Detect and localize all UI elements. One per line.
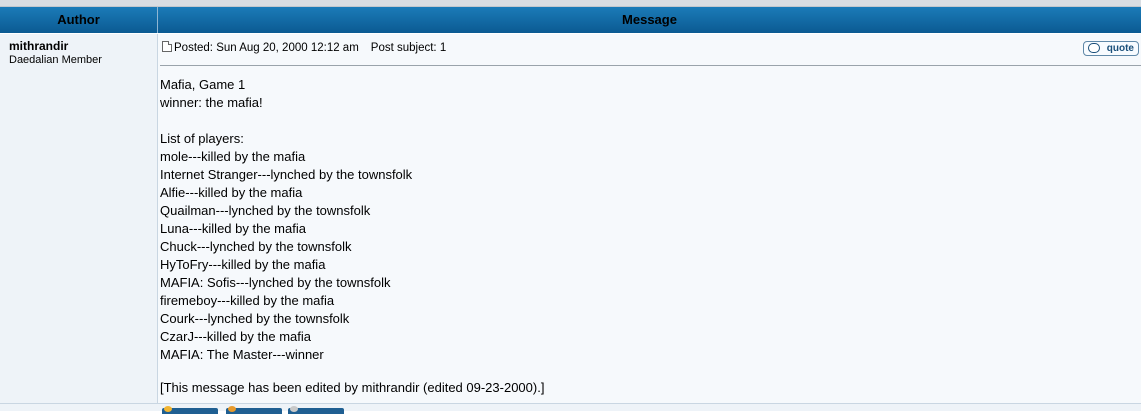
message-column-header: Message bbox=[622, 12, 677, 27]
post-line: Mafia, Game 1 bbox=[160, 77, 246, 92]
pm-icon[interactable] bbox=[226, 406, 282, 414]
quote-label: quote bbox=[1106, 43, 1134, 54]
post-icon bbox=[162, 41, 172, 52]
post-line: List of players: bbox=[160, 131, 244, 146]
post-line: HyToFry---killed by the mafia bbox=[160, 257, 326, 272]
post-body: Mafia, Game 1 winner: the mafia! List of… bbox=[160, 76, 412, 364]
post-line: Internet Stranger---lynched by the towns… bbox=[160, 167, 413, 182]
post-line: MAFIA: The Master---winner bbox=[160, 347, 324, 362]
post-line bbox=[160, 112, 412, 130]
author-rank: Daedalian Member bbox=[9, 54, 102, 66]
post-line: Luna---killed by the mafia bbox=[160, 221, 306, 236]
post-line: Alfie---killed by the mafia bbox=[160, 185, 303, 200]
author-column-header: Author bbox=[57, 12, 100, 27]
post-line: Quailman---lynched by the townsfolk bbox=[160, 203, 371, 218]
post-row: mithrandir Daedalian Member Posted: Sun … bbox=[0, 34, 1141, 403]
post-line: mole---killed by the mafia bbox=[160, 149, 306, 164]
message-cell: Posted: Sun Aug 20, 2000 12:12 am Post su… bbox=[158, 34, 1141, 403]
author-name[interactable]: mithrandir bbox=[9, 39, 68, 53]
post-info: Posted: Sun Aug 20, 2000 12:12 am Post su… bbox=[162, 41, 446, 54]
post-divider bbox=[160, 65, 1141, 66]
post-subject: Post subject: 1 bbox=[370, 42, 447, 54]
quote-icon bbox=[1088, 43, 1100, 53]
post-line: Chuck---lynched by the townsfolk bbox=[160, 239, 352, 254]
table-header: Author Message bbox=[0, 7, 1141, 33]
post-date: Posted: Sun Aug 20, 2000 12:12 am bbox=[174, 42, 359, 54]
post-line: firemeboy---killed by the mafia bbox=[160, 293, 335, 308]
post-line: winner: the mafia! bbox=[160, 95, 263, 110]
post-line: CzarJ---killed by the mafia bbox=[160, 329, 311, 344]
post-line: MAFIA: Sofis---lynched by the townsfolk bbox=[160, 275, 391, 290]
author-cell: mithrandir Daedalian Member bbox=[0, 34, 158, 403]
post-line: Courk---lynched by the townsfolk bbox=[160, 311, 350, 326]
top-bar bbox=[0, 0, 1141, 7]
edited-note: [This message has been edited by mithran… bbox=[160, 380, 545, 395]
email-icon[interactable] bbox=[288, 406, 344, 414]
quote-button[interactable]: quote bbox=[1083, 41, 1139, 56]
profile-icon[interactable] bbox=[162, 406, 218, 414]
